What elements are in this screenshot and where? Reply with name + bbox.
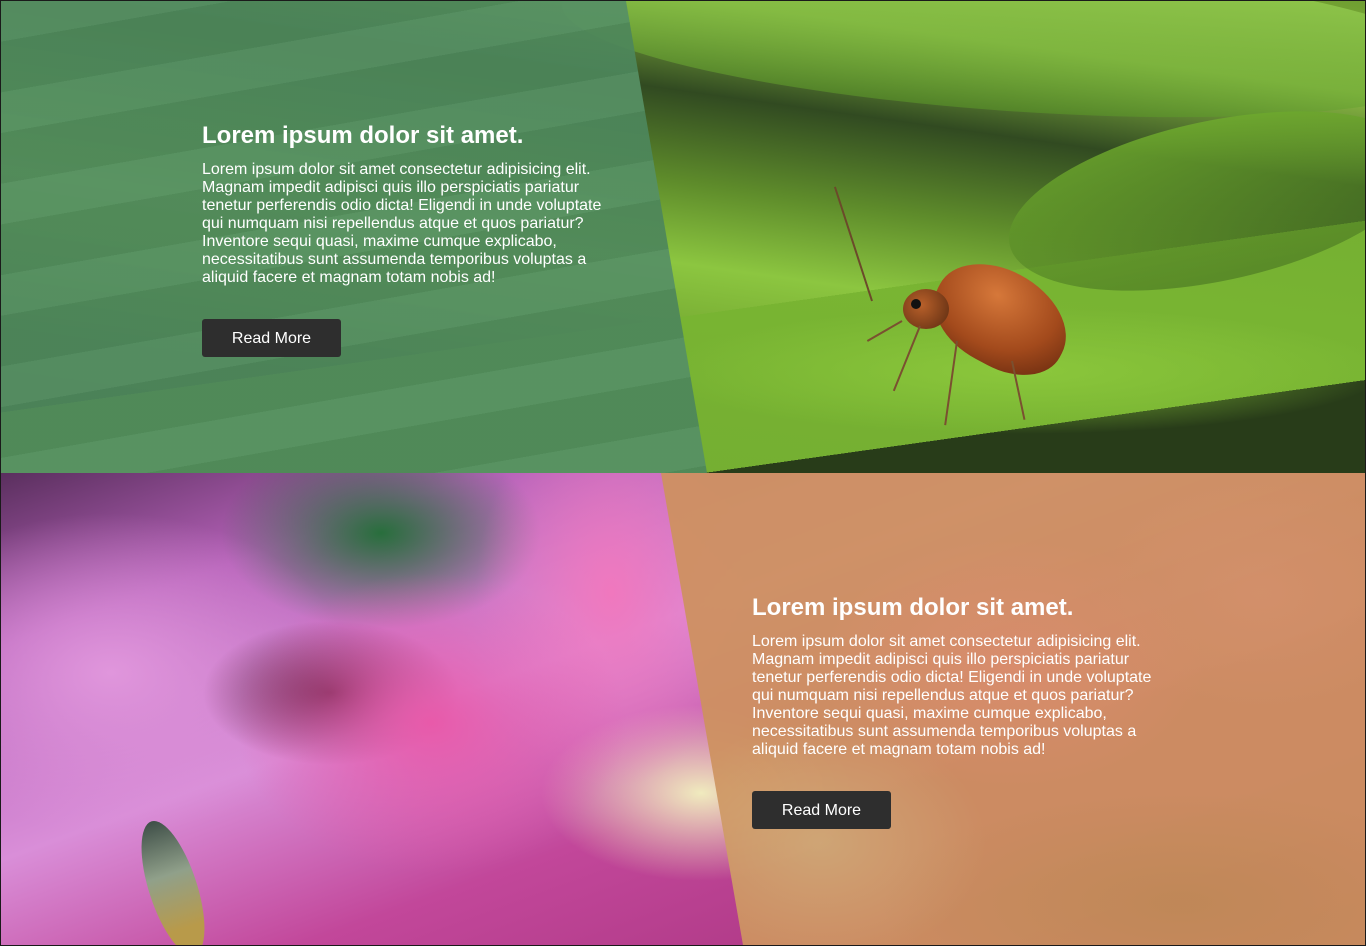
beetle-image [833, 181, 1101, 431]
card-body-text: Lorem ipsum dolor sit amet consectetur a… [202, 161, 602, 286]
beetle-head [903, 289, 949, 329]
beetle-leg [866, 320, 903, 342]
card-body-text: Lorem ipsum dolor sit amet consectetur a… [752, 633, 1152, 758]
read-more-button[interactable]: Read More [202, 319, 341, 357]
card-section-beetle: Lorem ipsum dolor sit amet. Lorem ipsum … [1, 1, 1365, 473]
card-section-flower: Lorem ipsum dolor sit amet. Lorem ipsum … [1, 473, 1365, 945]
card-content: Lorem ipsum dolor sit amet. Lorem ipsum … [202, 122, 612, 357]
card-content: Lorem ipsum dolor sit amet. Lorem ipsum … [752, 594, 1162, 829]
card-title: Lorem ipsum dolor sit amet. [202, 122, 524, 149]
page-frame: Lorem ipsum dolor sit amet. Lorem ipsum … [0, 0, 1366, 946]
card-title: Lorem ipsum dolor sit amet. [752, 594, 1074, 621]
beetle-leg [944, 340, 958, 426]
beetle-leg [892, 325, 921, 392]
read-more-button[interactable]: Read More [752, 791, 891, 829]
beetle-eye [911, 299, 921, 309]
